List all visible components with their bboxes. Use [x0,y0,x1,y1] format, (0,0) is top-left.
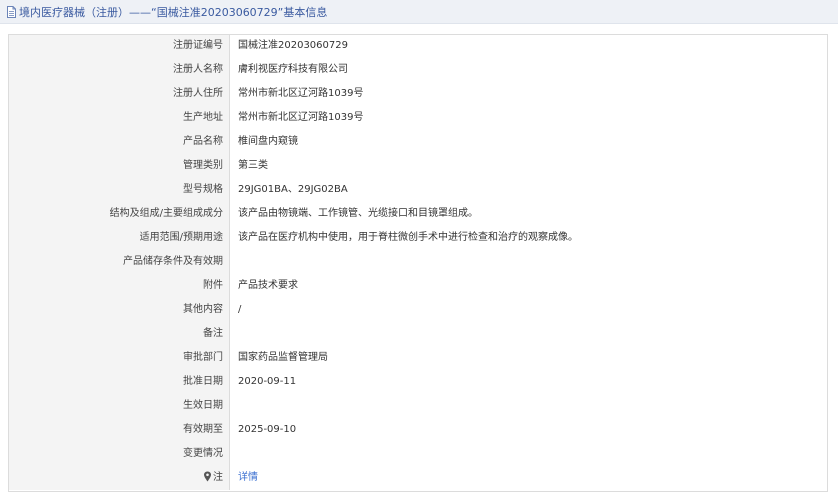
field-value: 2020-09-11 [230,370,828,394]
field-label: 生产地址 [8,106,230,130]
field-value: 该产品在医疗机构中使用，用于脊柱微创手术中进行检查和治疗的观察成像。 [230,226,828,250]
field-label: 批准日期 [8,370,230,394]
table-row: 备注 [8,322,828,346]
table-row: 型号规格 29JG01BA、29JG02BA [8,178,828,202]
page-title: 境内医疗器械（注册）——“国械注准20203060729”基本信息 [19,5,328,19]
field-value: 国家药品监督管理局 [230,346,828,370]
field-value: 常州市新北区辽河路1039号 [230,106,828,130]
note-icon [203,468,212,482]
field-value: 常州市新北区辽河路1039号 [230,82,828,106]
field-value [230,322,828,346]
field-value: 第三类 [230,154,828,178]
field-value [230,250,828,274]
table-row: 附件 产品技术要求 [8,274,828,298]
table-row: 审批部门 国家药品监督管理局 [8,346,828,370]
field-label: 产品名称 [8,130,230,154]
note-label: 注 [213,472,223,483]
field-label: 生效日期 [8,394,230,418]
field-label: 注册证编号 [8,34,230,58]
table-row: 生效日期 [8,394,828,418]
field-value: 详情 [230,466,828,490]
table-row: 结构及组成/主要组成成分 该产品由物镜端、工作镜管、光缆接口和目镜罩组成。 [8,202,828,226]
field-label: 注 [8,466,230,490]
field-label: 附件 [8,274,230,298]
table-row: 有效期至 2025-09-10 [8,418,828,442]
field-label: 审批部门 [8,346,230,370]
field-label: 备注 [8,322,230,346]
field-value: / [230,298,828,322]
field-value: 29JG01BA、29JG02BA [230,178,828,202]
table-row: 注册证编号 国械注准20203060729 [8,34,828,58]
table-row: 生产地址 常州市新北区辽河路1039号 [8,106,828,130]
field-label: 变更情况 [8,442,230,466]
field-label: 注册人名称 [8,58,230,82]
info-table: 注册证编号 国械注准20203060729 注册人名称 膚利视医疗科技有限公司 注册人住… [8,34,828,492]
table-row: 产品储存条件及有效期 [8,250,828,274]
field-value: 该产品由物镜端、工作镜管、光缆接口和目镜罩组成。 [230,202,828,226]
table-row: 适用范围/预期用途 该产品在医疗机构中使用，用于脊柱微创手术中进行检查和治疗的观察… [8,226,828,250]
page-header: 境内医疗器械（注册）——“国械注准20203060729”基本信息 [0,0,838,24]
table-row: 其他内容 / [8,298,828,322]
table-row-note: 注 详情 [8,466,828,490]
field-label: 管理类别 [8,154,230,178]
field-label: 适用范围/预期用途 [8,226,230,250]
table-row: 注册人名称 膚利视医疗科技有限公司 [8,58,828,82]
table-row: 注册人住所 常州市新北区辽河路1039号 [8,82,828,106]
field-label: 产品储存条件及有效期 [8,250,230,274]
table-row: 批准日期 2020-09-11 [8,370,828,394]
field-value [230,394,828,418]
field-value: 产品技术要求 [230,274,828,298]
field-label: 结构及组成/主要组成成分 [8,202,230,226]
field-label: 注册人住所 [8,82,230,106]
field-label: 型号规格 [8,178,230,202]
field-value: 膚利视医疗科技有限公司 [230,58,828,82]
table-row: 产品名称 椎间盘内窥镜 [8,130,828,154]
field-label: 有效期至 [8,418,230,442]
field-value: 椎间盘内窥镜 [230,130,828,154]
field-value: 国械注准20203060729 [230,34,828,58]
details-link[interactable]: 详情 [238,472,258,483]
table-row: 变更情况 [8,442,828,466]
field-label: 其他内容 [8,298,230,322]
field-value [230,442,828,466]
field-value: 2025-09-10 [230,418,828,442]
document-icon [6,5,17,18]
table-row: 管理类别 第三类 [8,154,828,178]
